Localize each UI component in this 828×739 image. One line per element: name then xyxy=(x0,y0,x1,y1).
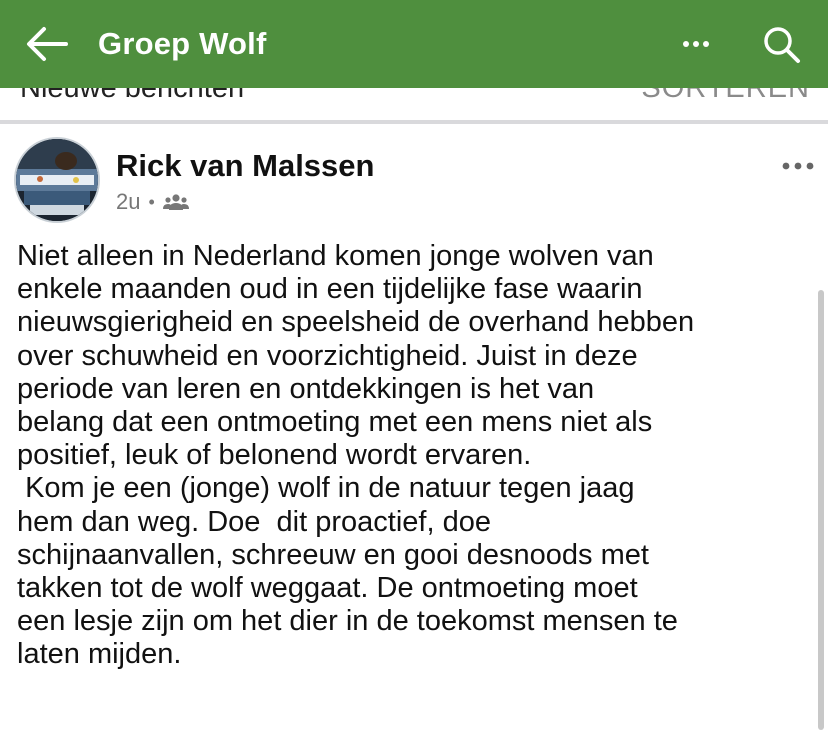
profile-photo xyxy=(16,139,98,221)
post-time: 2u xyxy=(116,189,141,214)
group-icon xyxy=(162,194,189,210)
meta-separator: • xyxy=(148,192,155,212)
avatar[interactable] xyxy=(14,137,100,223)
search-icon xyxy=(764,27,800,63)
scrollbar[interactable] xyxy=(818,290,824,730)
ellipsis-icon xyxy=(782,162,814,170)
arrow-left-icon xyxy=(27,27,68,61)
post-options-button[interactable] xyxy=(778,155,818,177)
more-options-button[interactable] xyxy=(680,30,712,58)
post-author[interactable]: Rick van Malssen xyxy=(116,146,374,186)
ellipsis-icon xyxy=(683,41,709,47)
post-body: Niet alleen in Nederland komen jonge wol… xyxy=(17,240,695,671)
search-button[interactable] xyxy=(760,24,804,64)
new-posts-label: Nieuwe berichten xyxy=(20,88,245,104)
feed-subheader: Nieuwe berichten SORTEREN xyxy=(0,88,828,124)
sort-button[interactable]: SORTEREN xyxy=(641,88,810,108)
group-title: Groep Wolf xyxy=(98,26,267,61)
app-header: Groep Wolf xyxy=(0,0,828,88)
back-button[interactable] xyxy=(22,24,70,64)
post-meta: 2u • xyxy=(116,188,189,216)
